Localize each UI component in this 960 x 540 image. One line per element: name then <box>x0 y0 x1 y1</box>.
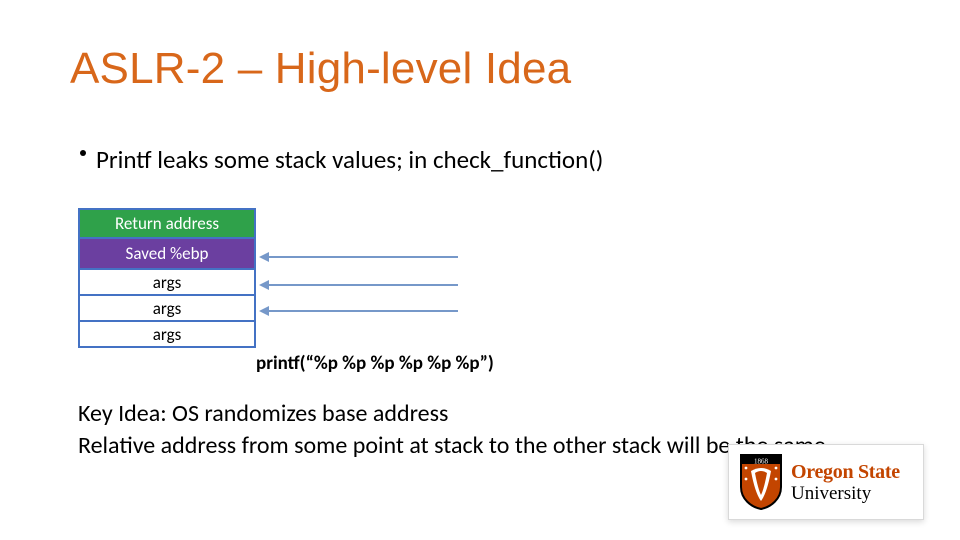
crest-icon: 1868 <box>737 453 785 511</box>
logo-text: Oregon State University <box>791 462 900 503</box>
logo-line-2: University <box>791 484 900 503</box>
arrow-icon <box>268 284 458 286</box>
stack-cell-args: args <box>78 296 256 322</box>
stack-cell-saved-ebp: Saved %ebp <box>78 239 256 270</box>
bullet-text: Printf leaks some stack values; in check… <box>96 144 603 175</box>
logo-line-1: Oregon State <box>791 462 900 482</box>
bullet-dot-icon <box>80 150 86 156</box>
svg-text:1868: 1868 <box>754 458 769 466</box>
printf-call-text: printf(“%p %p %p %p %p %p”) <box>256 352 494 375</box>
stack-cell-args: args <box>78 322 256 348</box>
key-idea-line: Key Idea: OS randomizes base address <box>78 398 900 430</box>
stack-cell-return-address: Return address <box>78 208 256 239</box>
slide-title: ASLR-2 – High-level Idea <box>70 44 571 94</box>
arrow-icon <box>268 256 458 258</box>
bullet-item: Printf leaks some stack values; in check… <box>80 144 603 175</box>
university-logo: 1868 Oregon State University <box>728 444 924 520</box>
arrow-icon <box>268 310 458 312</box>
stack-diagram: Return address Saved %ebp args args args <box>78 208 256 348</box>
arrow-group <box>256 208 476 368</box>
stack-cell-args: args <box>78 270 256 296</box>
slide: ASLR-2 – High-level Idea Printf leaks so… <box>0 0 960 540</box>
